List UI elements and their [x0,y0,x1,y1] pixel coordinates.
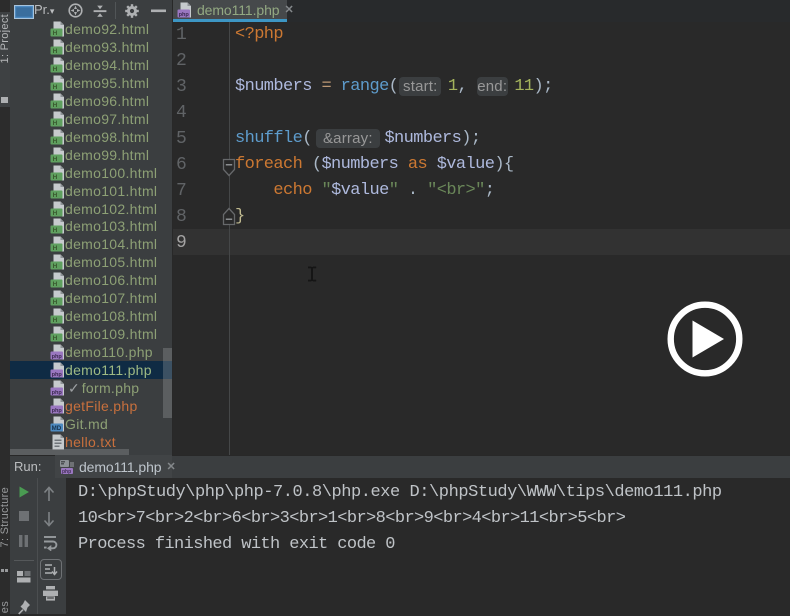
svg-text:H: H [53,30,58,37]
svg-text:H: H [53,227,58,234]
svg-text:php: php [179,11,190,17]
svg-text:H: H [53,263,58,270]
svg-text:H: H [53,245,58,252]
svg-text:H: H [53,192,58,199]
svg-text:php: php [52,390,63,396]
svg-text:MD: MD [52,425,62,432]
svg-text:H: H [53,48,58,55]
svg-text:H: H [53,174,58,181]
svg-text:php: php [52,408,63,414]
svg-text:H: H [53,210,58,217]
svg-text:H: H [53,281,58,288]
svg-text:H: H [53,66,58,73]
svg-text:H: H [53,299,58,306]
svg-text:H: H [53,156,58,163]
svg-text:H: H [53,335,58,342]
svg-text:php: php [52,354,63,360]
svg-text:H: H [53,317,58,324]
svg-text:H: H [53,102,58,109]
svg-text:H: H [53,138,58,145]
svg-text:php: php [62,469,71,475]
svg-text:H: H [53,120,58,127]
svg-text:php: php [52,372,63,378]
svg-text:H: H [53,84,58,91]
